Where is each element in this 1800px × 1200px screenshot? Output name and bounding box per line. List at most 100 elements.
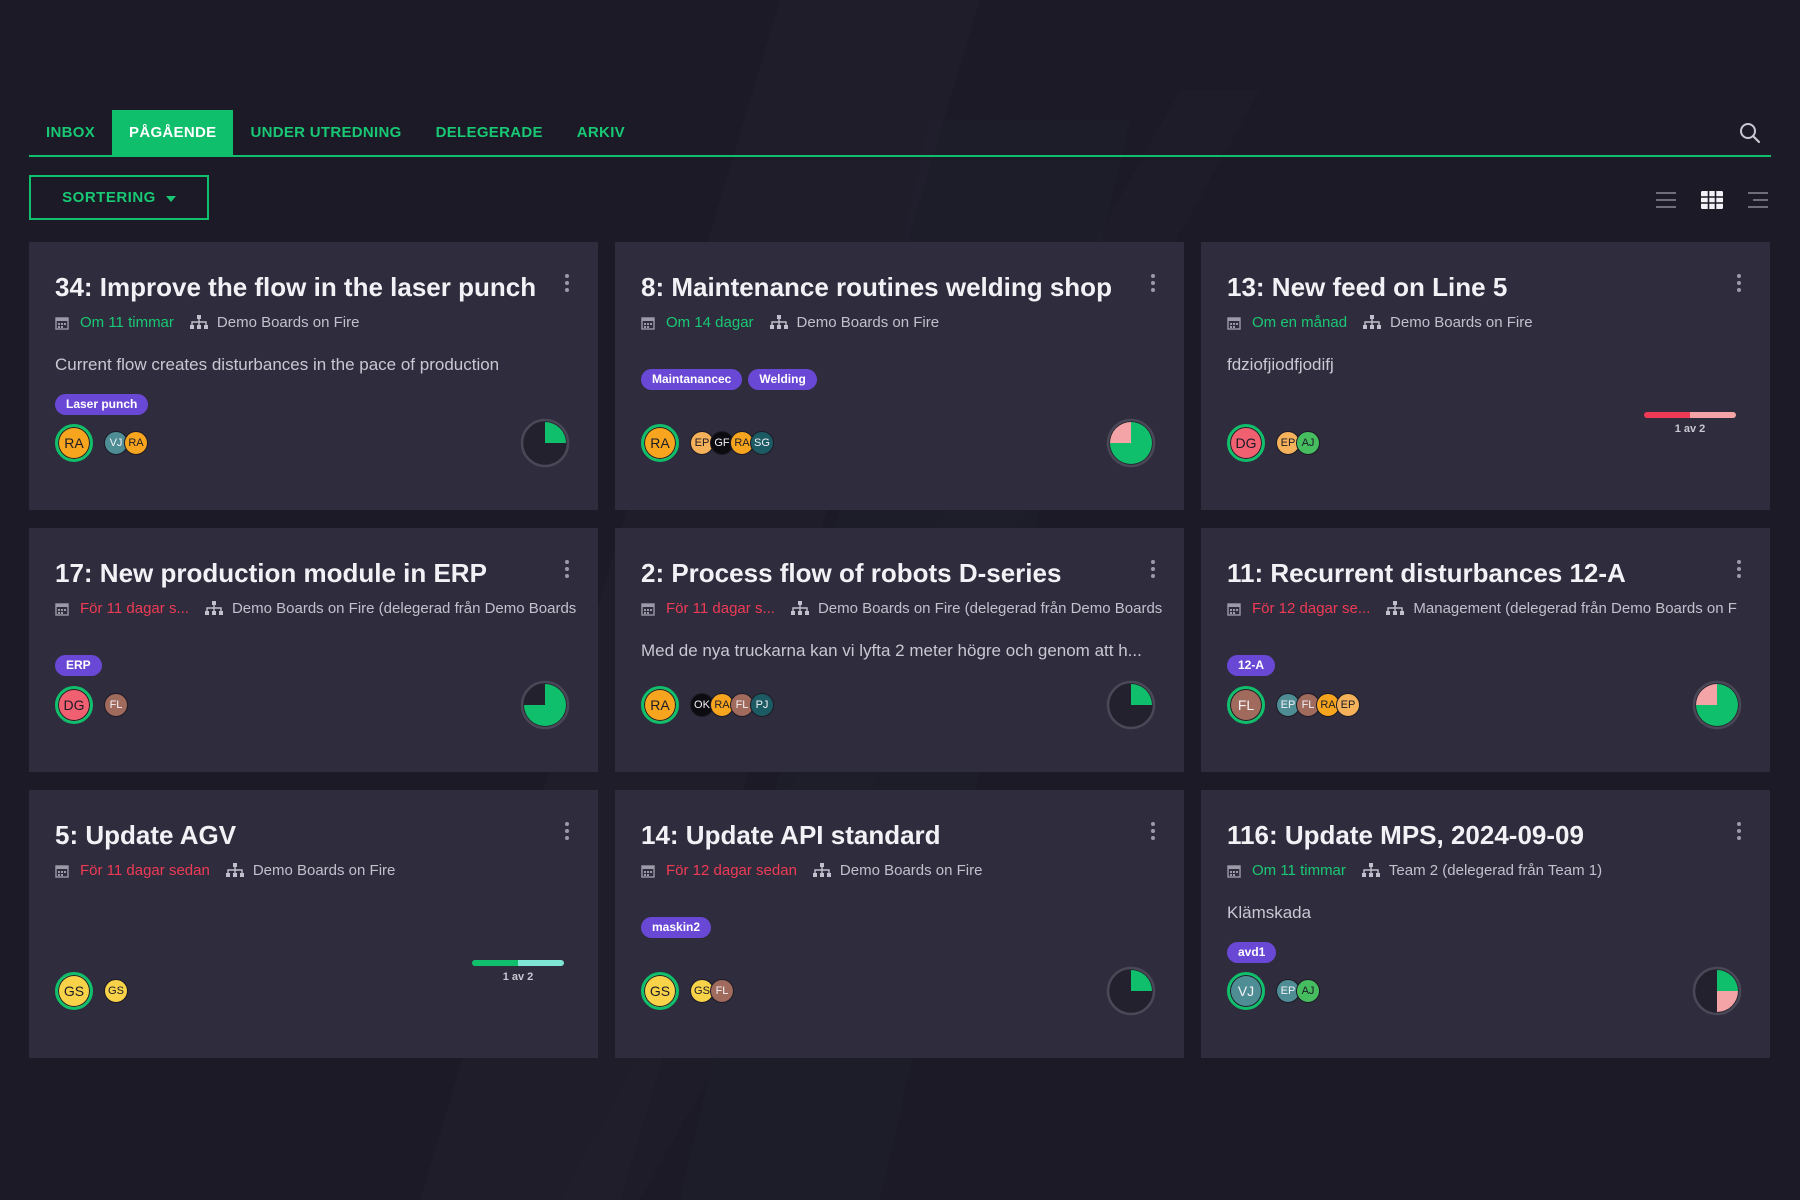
board-name[interactable]: Demo Boards on Fire bbox=[840, 862, 983, 879]
member-avatar[interactable]: FL bbox=[710, 979, 734, 1003]
board-name[interactable]: Demo Boards on Fire (delegerad från Demo… bbox=[818, 600, 1162, 617]
task-card[interactable]: 34: Improve the flow in the laser punch … bbox=[29, 242, 598, 510]
calendar-icon bbox=[641, 316, 655, 330]
more-options-icon[interactable] bbox=[564, 560, 570, 578]
tag-list: ERP bbox=[55, 655, 102, 676]
board-hierarchy-icon bbox=[769, 315, 788, 329]
board-hierarchy-icon bbox=[1386, 601, 1405, 615]
tag-chip[interactable]: Welding bbox=[748, 369, 817, 390]
owner-avatar[interactable]: DG bbox=[55, 686, 93, 724]
board-hierarchy-icon bbox=[225, 863, 244, 877]
tab-under-utredning[interactable]: UNDER UTREDNING bbox=[233, 110, 418, 155]
tag-chip[interactable]: maskin2 bbox=[641, 917, 712, 938]
calendar-icon bbox=[1227, 602, 1241, 616]
view-switcher bbox=[1653, 187, 1771, 213]
owner-avatar[interactable]: FL bbox=[1227, 686, 1265, 724]
owner-avatar[interactable]: RA bbox=[641, 686, 679, 724]
member-avatar[interactable]: GS bbox=[104, 979, 128, 1003]
card-title[interactable]: 8: Maintenance routines welding shop bbox=[641, 272, 1112, 303]
tag-chip[interactable]: ERP bbox=[55, 655, 102, 676]
search-icon[interactable] bbox=[1739, 122, 1761, 144]
card-meta: Om en månad Demo Boards on Fire bbox=[1227, 314, 1750, 331]
task-card[interactable]: 14: Update API standard För 12 dagar sed… bbox=[615, 790, 1184, 1058]
calendar-icon bbox=[55, 602, 69, 616]
board-name[interactable]: Demo Boards on Fire bbox=[253, 862, 396, 879]
owner-avatar[interactable]: RA bbox=[641, 424, 679, 462]
tab-arkiv[interactable]: ARKIV bbox=[560, 110, 642, 155]
more-options-icon[interactable] bbox=[1736, 822, 1742, 840]
card-meta: Om 11 timmar Team 2 (delegerad från Team… bbox=[1227, 862, 1750, 879]
card-title[interactable]: 14: Update API standard bbox=[641, 820, 941, 851]
board-name[interactable]: Demo Boards on Fire bbox=[797, 314, 940, 331]
sort-button[interactable]: SORTERING bbox=[29, 175, 209, 220]
card-meta: För 11 dagar sedan Demo Boards on Fire bbox=[55, 862, 578, 879]
card-title[interactable]: 2: Process flow of robots D-series bbox=[641, 558, 1061, 589]
progress-label: 1 av 2 bbox=[502, 971, 534, 983]
member-avatar[interactable]: RA bbox=[124, 431, 148, 455]
tab-pagaende[interactable]: PÅGÅENDE bbox=[112, 110, 234, 155]
more-options-icon[interactable] bbox=[1150, 822, 1156, 840]
card-title[interactable]: 5: Update AGV bbox=[55, 820, 236, 851]
board-name[interactable]: Demo Boards on Fire (delegerad från Demo… bbox=[232, 600, 576, 617]
owner-avatar[interactable]: GS bbox=[55, 972, 93, 1010]
calendar-icon bbox=[641, 602, 655, 616]
task-card[interactable]: 13: New feed on Line 5 Om en månad Demo … bbox=[1201, 242, 1770, 510]
progress-pie bbox=[520, 680, 570, 730]
card-title[interactable]: 116: Update MPS, 2024-09-09 bbox=[1227, 820, 1584, 851]
board-hierarchy-icon bbox=[1361, 863, 1380, 877]
member-avatar[interactable]: AJ bbox=[1296, 431, 1320, 455]
card-meta: För 11 dagar s... Demo Boards on Fire (d… bbox=[55, 600, 578, 617]
member-avatars: OK RA FL PJ bbox=[690, 693, 774, 717]
calendar-icon bbox=[55, 864, 69, 878]
grid-view-icon[interactable] bbox=[1699, 187, 1725, 213]
card-title[interactable]: 34: Improve the flow in the laser punch bbox=[55, 272, 536, 303]
board-name[interactable]: Demo Boards on Fire bbox=[1390, 314, 1533, 331]
tag-chip[interactable]: 12-A bbox=[1227, 655, 1276, 676]
tab-delegerade[interactable]: DELEGERADE bbox=[419, 110, 560, 155]
compact-list-icon[interactable] bbox=[1745, 187, 1771, 213]
card-title[interactable]: 17: New production module in ERP bbox=[55, 558, 487, 589]
toolbar: SORTERING bbox=[29, 157, 1771, 242]
owner-avatar[interactable]: RA bbox=[55, 424, 93, 462]
more-options-icon[interactable] bbox=[1736, 274, 1742, 292]
task-card[interactable]: 11: Recurrent disturbances 12-A För 12 d… bbox=[1201, 528, 1770, 772]
tag-chip[interactable]: Laser punch bbox=[55, 394, 149, 415]
progress-pie bbox=[1106, 966, 1156, 1016]
tag-chip[interactable]: avd1 bbox=[1227, 942, 1277, 963]
more-options-icon[interactable] bbox=[1150, 560, 1156, 578]
more-options-icon[interactable] bbox=[1736, 560, 1742, 578]
task-card[interactable]: 17: New production module in ERP För 11 … bbox=[29, 528, 598, 772]
task-card[interactable]: 5: Update AGV För 11 dagar sedan Demo Bo… bbox=[29, 790, 598, 1058]
list-view-icon[interactable] bbox=[1653, 187, 1679, 213]
card-title[interactable]: 11: Recurrent disturbances 12-A bbox=[1227, 558, 1626, 589]
tag-list: maskin2 bbox=[641, 917, 712, 938]
task-card[interactable]: 8: Maintenance routines welding shop Om … bbox=[615, 242, 1184, 510]
tab-inbox[interactable]: INBOX bbox=[29, 110, 112, 155]
member-avatar[interactable]: FL bbox=[104, 693, 128, 717]
board-name[interactable]: Team 2 (delegerad från Team 1) bbox=[1389, 862, 1602, 879]
owner-avatar[interactable]: VJ bbox=[1227, 972, 1265, 1010]
owner-avatar[interactable]: DG bbox=[1227, 424, 1265, 462]
more-options-icon[interactable] bbox=[564, 274, 570, 292]
task-card[interactable]: 2: Process flow of robots D-series För 1… bbox=[615, 528, 1184, 772]
sort-button-label: SORTERING bbox=[62, 189, 156, 206]
board-name[interactable]: Demo Boards on Fire bbox=[217, 314, 360, 331]
task-card[interactable]: 116: Update MPS, 2024-09-09 Om 11 timmar… bbox=[1201, 790, 1770, 1058]
member-avatars: EP AJ bbox=[1276, 431, 1320, 455]
member-avatar[interactable]: SG bbox=[750, 431, 774, 455]
owner-avatar[interactable]: GS bbox=[641, 972, 679, 1010]
calendar-icon bbox=[641, 864, 655, 878]
board-name[interactable]: Management (delegerad från Demo Boards o… bbox=[1413, 600, 1737, 617]
more-options-icon[interactable] bbox=[1150, 274, 1156, 292]
card-title[interactable]: 13: New feed on Line 5 bbox=[1227, 272, 1507, 303]
more-options-icon[interactable] bbox=[564, 822, 570, 840]
tag-chip[interactable]: Maintanancec bbox=[641, 369, 743, 390]
member-avatar[interactable]: PJ bbox=[750, 693, 774, 717]
member-avatar[interactable]: AJ bbox=[1296, 979, 1320, 1003]
tag-list: 12-A bbox=[1227, 655, 1276, 676]
board-hierarchy-icon bbox=[1363, 315, 1382, 329]
card-meta: För 12 dagar sedan Demo Boards on Fire bbox=[641, 862, 1164, 879]
member-avatar[interactable]: EP bbox=[1336, 693, 1360, 717]
card-description: fdziofjiodfjodifj bbox=[1227, 355, 1334, 374]
progress-pie bbox=[1106, 680, 1156, 730]
